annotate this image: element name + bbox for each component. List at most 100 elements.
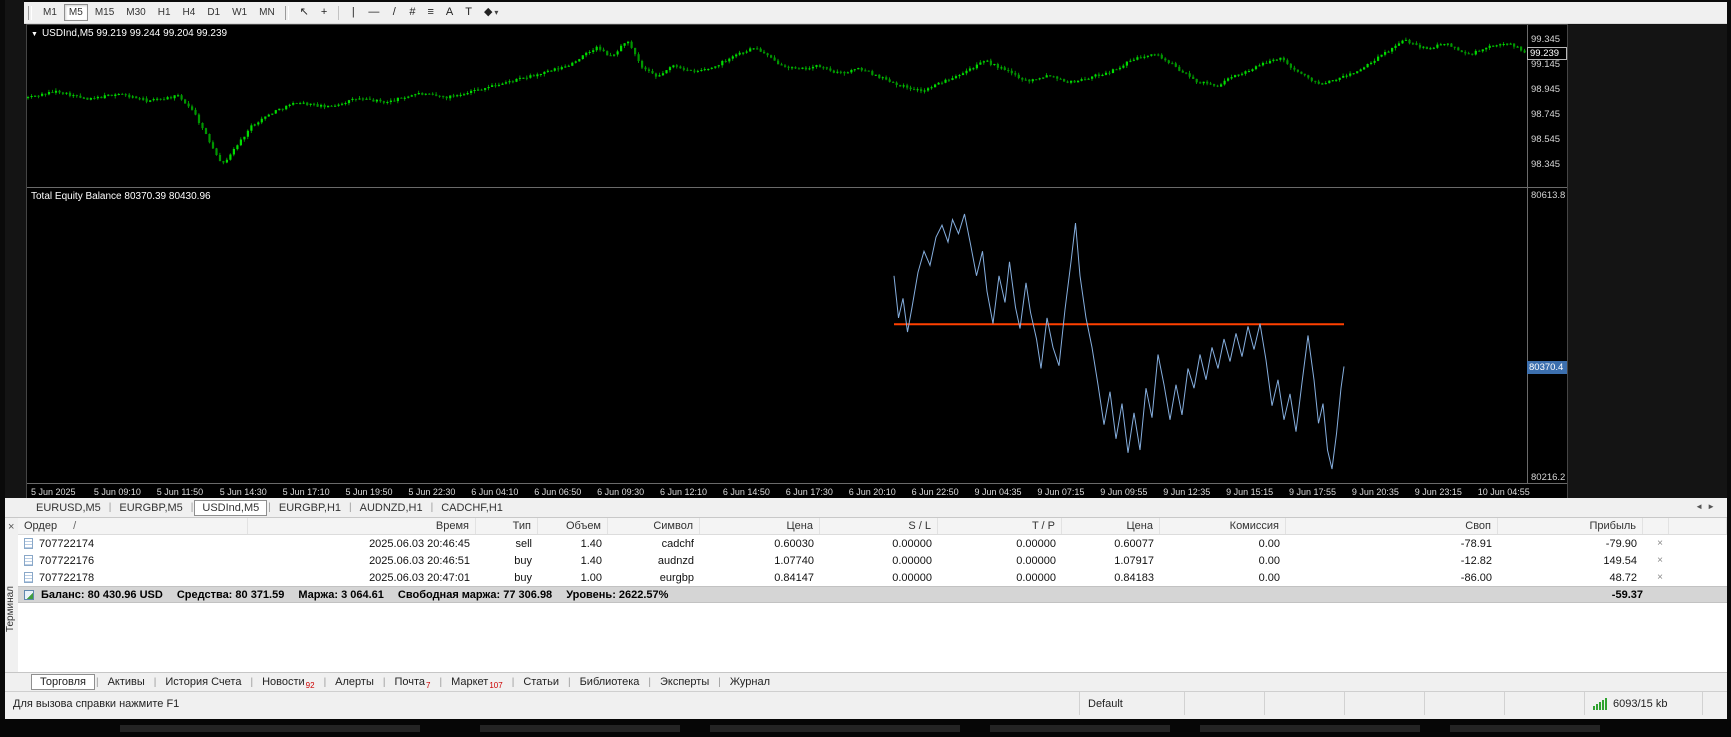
column-header-tp[interactable]: T / P xyxy=(938,518,1062,534)
indicator-scale-max: 80613.8 xyxy=(1531,190,1566,201)
timeframe-button-m30[interactable]: M30 xyxy=(121,4,150,21)
objects-list-icon[interactable]: ≡ xyxy=(422,4,438,21)
balance-row[interactable]: Баланс: 80 430.96 USD Средства: 80 371.59… xyxy=(18,586,1727,603)
order-cell: 707722176 xyxy=(18,555,248,567)
column-header-profit[interactable]: Прибыль xyxy=(1498,518,1643,534)
cell-volume: 1.00 xyxy=(580,571,602,584)
column-header-swap[interactable]: Своп xyxy=(1286,518,1498,534)
column-header-volume[interactable]: Объем xyxy=(538,518,608,534)
text-label-icon[interactable]: T xyxy=(460,4,477,21)
equity-indicator-plot[interactable] xyxy=(27,188,1527,483)
terminal-vertical-label: Терминал xyxy=(5,586,16,633)
terminal-tab-trade[interactable]: Торговля xyxy=(31,674,95,690)
vertical-line-icon[interactable]: | xyxy=(345,4,361,21)
terminal-tabs: Торговля | Активы | История Счета | Новости92 |… xyxy=(31,674,778,690)
profile-indicator[interactable]: Default xyxy=(1079,692,1184,715)
tab-separator: | xyxy=(108,502,112,513)
total-profit: -59.37 xyxy=(1611,588,1643,601)
time-axis[interactable]: 5 Jun 2025 5 Jun 09:10 5 Jun 11:50 5 Jun 14… xyxy=(27,484,1567,499)
trade-row[interactable]: 707722178 2025.06.03 20:47:01 buy 1.00 eurgb… xyxy=(18,569,1727,586)
obscured-text-fragment xyxy=(120,725,420,732)
timeframe-button-m1[interactable]: M1 xyxy=(38,4,62,21)
close-order-icon[interactable]: × xyxy=(1643,555,1669,566)
pane-separator[interactable] xyxy=(27,187,1567,188)
terminal-tab-bar: Торговля | Активы | История Счета | Новости92 |… xyxy=(5,672,1727,691)
column-header-time[interactable]: Время xyxy=(248,518,476,534)
chart-tab-cadchf-h1[interactable]: CADCHF,H1 xyxy=(434,501,510,515)
obscured-text-fragment xyxy=(710,725,960,732)
ohlc-values: USDInd,M5 99.219 99.244 99.204 99.239 xyxy=(41,28,228,39)
column-header-price-current[interactable]: Цена xyxy=(1062,518,1160,534)
close-order-icon[interactable]: × xyxy=(1643,538,1669,549)
timeframe-button-m5[interactable]: M5 xyxy=(63,4,88,21)
cell-type: buy xyxy=(514,571,532,584)
trend-line-icon[interactable]: / xyxy=(386,4,402,21)
chart-tab-audnzd-h1[interactable]: AUDNZD,H1 xyxy=(353,501,430,515)
sort-indicator: / xyxy=(73,520,77,532)
toolbar-grip[interactable] xyxy=(284,5,289,20)
cell-volume: 1.40 xyxy=(580,554,602,567)
terminal-tab-assets[interactable]: Активы xyxy=(100,675,153,689)
column-header-type[interactable]: Тип xyxy=(476,518,538,534)
time-axis-label: 5 Jun 14:30 xyxy=(219,487,267,497)
obscured-background-content xyxy=(0,719,1731,737)
collapse-triangle-icon[interactable]: ▼ xyxy=(31,31,38,38)
close-order-icon[interactable]: × xyxy=(1643,572,1669,583)
column-header-price-open[interactable]: Цена xyxy=(700,518,820,534)
column-header-order[interactable]: Ордер / xyxy=(18,518,248,534)
candlestick-plot[interactable] xyxy=(27,25,1527,187)
chart-tab-eurgbp-m5[interactable]: EURGBP,M5 xyxy=(112,501,189,515)
cell-swap: -86.00 xyxy=(1460,571,1492,584)
drawing-tool-buttons: ↖ + | — / # ≡ A T ◆ ▾ xyxy=(294,4,505,21)
time-axis-label: 5 Jun 19:50 xyxy=(345,487,393,497)
crosshair-icon[interactable]: + xyxy=(316,4,332,21)
timeframe-button-d1[interactable]: D1 xyxy=(202,4,225,21)
trade-row[interactable]: 707722174 2025.06.03 20:46:45 sell 1.40 cadc… xyxy=(18,535,1727,552)
column-header-commission[interactable]: Комиссия xyxy=(1160,518,1286,534)
toolbar-grip[interactable] xyxy=(28,5,32,20)
terminal-tab-news[interactable]: Новости92 xyxy=(254,675,323,690)
terminal-tab-journal[interactable]: Журнал xyxy=(722,675,778,689)
shapes-dropdown-icon[interactable]: ◆ ▾ xyxy=(479,4,503,21)
time-axis-label: 9 Jun 17:55 xyxy=(1289,487,1337,497)
timeframe-button-mn[interactable]: MN xyxy=(254,4,280,21)
close-terminal-button[interactable]: × xyxy=(8,522,14,533)
terminal-tab-library[interactable]: Библиотека xyxy=(572,675,648,689)
chart-tab-usdind-m5[interactable]: USDInd,M5 xyxy=(194,499,268,516)
cell-profit: 48.72 xyxy=(1609,571,1637,584)
cursor-icon[interactable]: ↖ xyxy=(295,4,314,21)
balance-metric: Средства: 80 371.59 xyxy=(176,588,285,601)
fibonacci-icon[interactable]: # xyxy=(404,4,420,21)
terminal-tab-market[interactable]: Маркет107 xyxy=(443,675,511,690)
status-help-text: Для вызова справки нажмите F1 xyxy=(13,697,180,710)
time-axis-label: 5 Jun 09:10 xyxy=(93,487,141,497)
horizontal-line-icon[interactable]: — xyxy=(363,4,384,21)
terminal-tab-alerts[interactable]: Алерты xyxy=(327,675,382,689)
column-header-sl[interactable]: S / L xyxy=(820,518,938,534)
timeframe-button-w1[interactable]: W1 xyxy=(227,4,252,21)
trade-row[interactable]: 707722176 2025.06.03 20:46:51 buy 1.40 audnz… xyxy=(18,552,1727,569)
top-left-corner xyxy=(5,0,24,24)
timeframe-button-m15[interactable]: M15 xyxy=(90,4,119,21)
terminal-tab-mailbox[interactable]: Почта7 xyxy=(386,675,438,690)
terminal-tab-experts[interactable]: Эксперты xyxy=(652,675,717,689)
toolbar-separator xyxy=(338,5,340,20)
cell-profit: 149.54 xyxy=(1603,554,1637,567)
timeframe-button-h1[interactable]: H1 xyxy=(153,4,176,21)
terminal-tab-articles[interactable]: Статьи xyxy=(515,675,567,689)
cell-commission: 0.00 xyxy=(1258,571,1280,584)
tab-separator: | xyxy=(439,676,443,688)
time-axis-label: 6 Jun 06:50 xyxy=(534,487,582,497)
chart-window-usdind-m5[interactable]: ▼ USDInd,M5 99.219 99.244 99.204 99.239 T… xyxy=(26,24,1568,499)
cell-time: 2025.06.03 20:46:45 xyxy=(369,537,470,550)
time-axis-label: 9 Jun 23:15 xyxy=(1414,487,1462,497)
chart-tab-eurusd-m5[interactable]: EURUSD,M5 xyxy=(29,501,108,515)
column-header-symbol[interactable]: Символ xyxy=(608,518,700,534)
tab-scroll-arrows[interactable]: ◄► xyxy=(1695,502,1719,511)
chart-tab-eurgbp-h1[interactable]: EURGBP,H1 xyxy=(272,501,348,515)
time-axis-label: 9 Jun 20:35 xyxy=(1351,487,1399,497)
price-scale-separator xyxy=(1527,25,1528,483)
terminal-tab-account-history[interactable]: История Счета xyxy=(157,675,249,689)
timeframe-button-h4[interactable]: H4 xyxy=(178,4,201,21)
text-icon[interactable]: A xyxy=(441,4,458,21)
